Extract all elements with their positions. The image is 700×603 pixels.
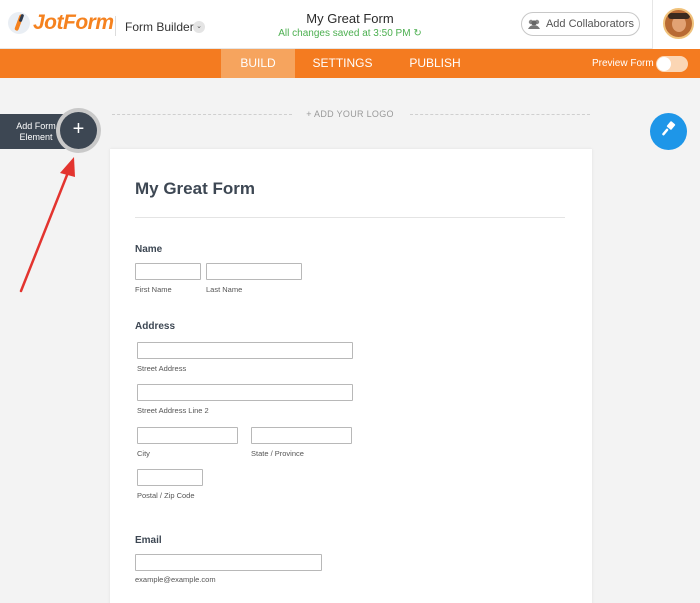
paint-brush-icon — [661, 121, 677, 142]
add-your-logo-link[interactable]: + ADD YOUR LOGO — [300, 109, 400, 119]
header-divider — [115, 16, 116, 36]
last-name-input[interactable] — [206, 263, 302, 280]
street-address-line2-sublabel: Street Address Line 2 — [137, 406, 209, 415]
brand-name: JotForm — [33, 11, 114, 34]
first-name-sublabel: First Name — [135, 285, 172, 294]
name-label: Name — [135, 244, 163, 255]
street-address-input[interactable] — [137, 342, 353, 359]
tab-publish[interactable]: PUBLISH — [390, 49, 480, 78]
preview-form-toggle[interactable] — [656, 56, 688, 72]
form-builder-label[interactable]: Form Builder — [125, 20, 194, 34]
avatar[interactable] — [663, 8, 694, 39]
email-label: Email — [135, 535, 162, 546]
builder-nav: BUILD SETTINGS PUBLISH Preview Form — [0, 49, 700, 78]
people-icon — [527, 19, 541, 29]
last-name-sublabel: Last Name — [206, 285, 243, 294]
street-address-line2-input[interactable] — [137, 384, 353, 401]
form-designer-button[interactable] — [650, 113, 687, 150]
plus-icon[interactable]: + — [60, 112, 97, 149]
form-card: My Great Form Name First Name Last Name … — [110, 149, 592, 603]
form-title-area: My Great Form All changes saved at 3:50 … — [250, 11, 450, 39]
tab-build[interactable]: BUILD — [221, 49, 295, 78]
add-collaborators-label: Add Collaborators — [545, 18, 635, 30]
street-address-sublabel: Street Address — [137, 364, 187, 373]
top-bar: JotForm Form Builder ⌄ My Great Form All… — [0, 0, 700, 49]
account-area — [652, 0, 700, 49]
preview-form-label: Preview Form — [592, 58, 654, 69]
form-heading[interactable]: My Great Form — [135, 179, 255, 199]
zip-sublabel: Postal / Zip Code — [137, 491, 195, 500]
add-collaborators-button[interactable]: Add Collaborators — [521, 12, 640, 36]
email-input[interactable] — [135, 554, 322, 571]
email-sublabel: example@example.com — [135, 575, 216, 584]
jotform-logo[interactable]: JotForm — [8, 11, 114, 35]
tab-settings[interactable]: SETTINGS — [295, 49, 390, 78]
jotform-logo-icon — [8, 12, 30, 34]
city-input[interactable] — [137, 427, 238, 444]
chevron-down-icon[interactable]: ⌄ — [193, 21, 205, 33]
city-sublabel: City — [137, 449, 150, 458]
toggle-knob — [657, 57, 671, 71]
refresh-icon: ↻ — [413, 28, 422, 39]
logo-dash-right — [410, 114, 590, 115]
save-status: All changes saved at 3:50 PM ↻ — [250, 28, 450, 39]
zip-input[interactable] — [137, 469, 203, 486]
state-input[interactable] — [251, 427, 352, 444]
heading-divider — [135, 217, 565, 218]
state-sublabel: State / Province — [251, 449, 304, 458]
save-status-text: All changes saved at 3:50 PM — [278, 28, 411, 39]
form-title[interactable]: My Great Form — [250, 11, 450, 26]
logo-dash-left — [112, 114, 292, 115]
first-name-input[interactable] — [135, 263, 201, 280]
address-label: Address — [135, 321, 176, 332]
